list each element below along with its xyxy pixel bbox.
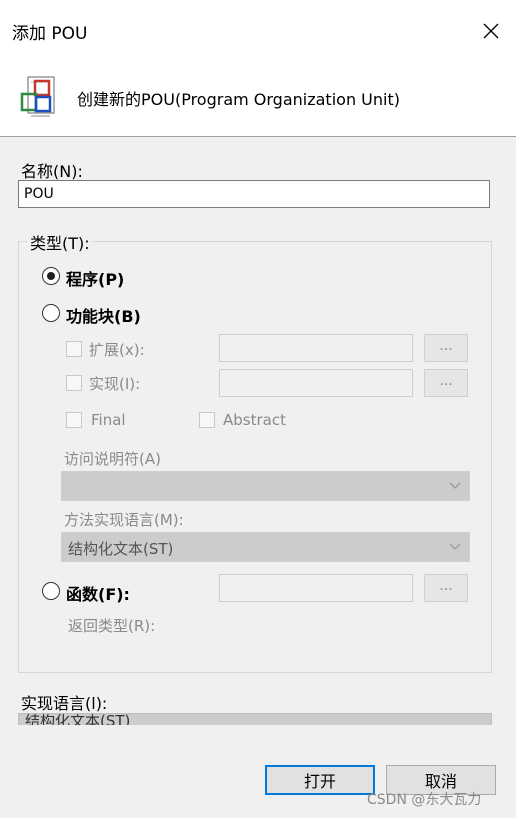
- chevron-down-icon: [449, 543, 461, 550]
- return-type-label: 返回类型(R):: [68, 617, 156, 635]
- access-specifier-label: 访问说明符(A): [64, 450, 161, 468]
- close-button[interactable]: [470, 12, 512, 50]
- method-language-select[interactable]: 结构化文本(ST): [61, 532, 470, 562]
- pou-icon: [20, 76, 55, 117]
- extends-input[interactable]: [219, 334, 413, 362]
- close-icon: [483, 23, 499, 39]
- name-input[interactable]: [18, 180, 490, 208]
- title-bar: 添加 POU: [0, 0, 516, 62]
- type-group-title: 类型(T):: [27, 230, 93, 254]
- final-label: Final: [91, 411, 126, 429]
- extends-checkbox[interactable]: [66, 341, 82, 357]
- implements-label: 实现(I):: [89, 375, 141, 393]
- implementation-language-value: 结构化文本(ST): [25, 713, 131, 725]
- name-label: 名称(N):: [21, 162, 83, 181]
- function-label[interactable]: 函数(F):: [66, 581, 130, 605]
- header-text: 创建新的POU(Program Organization Unit): [77, 90, 400, 109]
- extends-browse-button[interactable]: ...: [424, 334, 468, 362]
- watermark: CSDN @东大瓦力: [367, 792, 482, 808]
- abstract-label: Abstract: [223, 411, 286, 429]
- open-button[interactable]: 打开: [265, 765, 375, 795]
- dialog-body: 名称(N): 类型(T): 程序(P) 功能块(B) 扩展(x): ... 实现…: [0, 137, 516, 818]
- window-title: 添加 POU: [12, 24, 88, 44]
- dialog-header: 创建新的POU(Program Organization Unit): [0, 62, 516, 137]
- return-type-browse-button[interactable]: ...: [424, 574, 468, 602]
- function-block-label[interactable]: 功能块(B): [66, 303, 141, 327]
- return-type-input[interactable]: [219, 574, 413, 602]
- program-label[interactable]: 程序(P): [66, 266, 124, 290]
- implementation-language-select[interactable]: 结构化文本(ST): [18, 713, 492, 725]
- access-specifier-select[interactable]: [61, 471, 470, 501]
- function-radio[interactable]: [42, 582, 60, 600]
- extends-label: 扩展(x):: [89, 341, 145, 359]
- abstract-checkbox[interactable]: [199, 412, 215, 428]
- final-checkbox[interactable]: [66, 412, 82, 428]
- method-language-value: 结构化文本(ST): [68, 540, 174, 558]
- chevron-down-icon: [449, 482, 461, 489]
- implements-input[interactable]: [219, 369, 413, 397]
- program-radio[interactable]: [42, 267, 60, 285]
- implementation-language-label: 实现语言(l):: [21, 694, 108, 713]
- function-block-radio[interactable]: [42, 304, 60, 322]
- method-language-label: 方法实现语言(M):: [64, 511, 184, 529]
- implements-browse-button[interactable]: ...: [424, 369, 468, 397]
- implements-checkbox[interactable]: [66, 375, 82, 391]
